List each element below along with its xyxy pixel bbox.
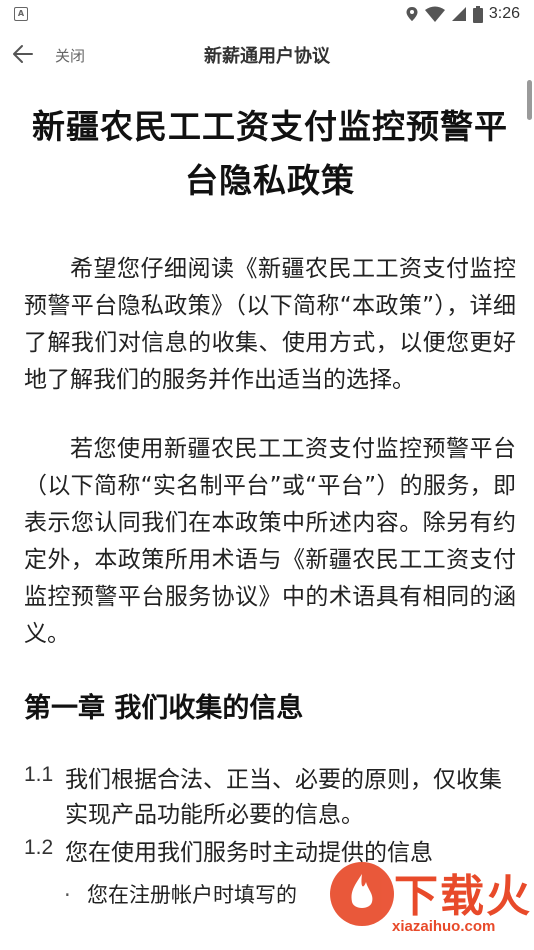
signal-icon [451, 7, 466, 21]
policy-content[interactable]: 新疆农民工工资支付监控预警平台隐私政策 希望您仔细阅读《新疆农民工工资支付监控预… [24, 82, 516, 911]
watermark-brand: 下载火 [394, 871, 532, 922]
intro-paragraph: 希望您仔细阅读《新疆农民工工资支付监控预警平台隐私政策》（以下简称“本政策”），… [24, 256, 516, 393]
status-time: 3:26 [488, 5, 520, 22]
app-bar: 关闭 新薪通用户协议 [0, 28, 534, 80]
list-item: 1.1 我们根据合法、正当、必要的原则，仅收集实现产品功能所必要的信息。 [24, 763, 516, 833]
battery-icon [472, 5, 483, 23]
a-notification-icon: A [14, 7, 28, 21]
flame-logo-icon [330, 862, 394, 926]
chapter-title: 第一章 我们收集的信息 [24, 693, 304, 724]
consent-paragraph: 若您使用新疆农民工工资支付监控预警平台（以下简称“实名制平台”或“平台”）的服务… [24, 436, 516, 647]
location-icon [406, 7, 418, 21]
status-icons: 3:26 [405, 4, 520, 24]
item-number: 1.1 [24, 763, 54, 786]
status-bar: A 3:26 [0, 0, 534, 28]
bullet: · [64, 883, 71, 907]
item-text: 我们根据合法、正当、必要的原则，仅收集实现产品功能所必要的信息。 [65, 767, 502, 828]
wifi-icon [424, 6, 445, 22]
page-title: 新薪通用户协议 [204, 46, 330, 67]
item-number: 1.2 [24, 836, 54, 859]
watermark-site: xiazaihuo.com [392, 918, 496, 935]
document-title: 新疆农民工工资支付监控预警平台隐私政策 [32, 107, 508, 200]
watermark-logo: 下载火 xiazaihuo.com [330, 858, 534, 950]
sub-item-text: 您在注册帐户时填写的 [87, 883, 297, 907]
scrollbar[interactable] [527, 80, 532, 120]
